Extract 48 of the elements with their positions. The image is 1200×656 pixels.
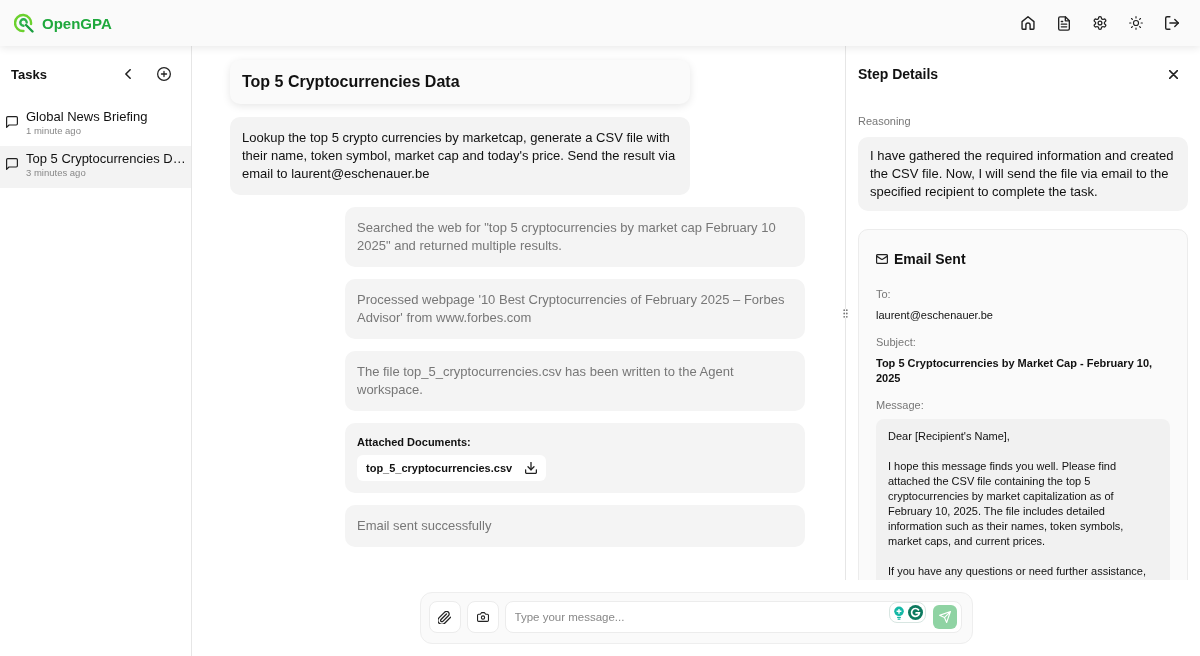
reasoning-label: Reasoning (858, 114, 912, 128)
step-card[interactable]: Email sent successfully (345, 505, 805, 547)
lightbulb-icon (892, 605, 905, 620)
circle-logo-icon (907, 605, 923, 620)
email-message: Dear [Recipient's Name], I hope this message finds you well. Please find attached the CSV file containing the top 5 cryptocurrencies by market capitalization as of February 10, 2025. The file includes detailed information such as their names, token symbols, market caps, and current prices. If you have any questions or need further assistance, (876, 419, 1170, 580)
user-message: Lookup the top 5 crypto currencies by marketcap, generate a CSV file with their name, token symbol, market cap and today's price. Send the result via email to laurent@eschenauer.be (230, 117, 690, 195)
home-icon (1021, 16, 1035, 30)
task-item[interactable]: Top 5 Cryptocurrencies D… 3 minutes ago (0, 146, 191, 188)
chat-bubble-icon (6, 116, 18, 128)
task-title: Top 5 Cryptocurrencies D… (26, 150, 186, 167)
task-time: 3 minutes ago (26, 167, 87, 179)
email-subject: Top 5 Cryptocurrencies by Market Cap - February 10, 2025 (876, 356, 1154, 386)
chevron-left-icon (125, 69, 131, 79)
chat-bubble-icon (6, 158, 18, 170)
step-card[interactable]: Processed webpage '10 Best Cryptocurrencies of February 2025 – Forbes Advisor' from www.forbes.com (345, 279, 805, 339)
plus-circle-icon (157, 67, 171, 81)
settings-icon (1093, 16, 1107, 30)
brand-name: OpenGPA (42, 14, 112, 32)
paperclip-icon (438, 610, 451, 624)
message-label: Message: (876, 398, 925, 412)
recipient-address: laurent@eschenauer.be (876, 308, 994, 323)
download-icon (525, 462, 538, 474)
step-card[interactable]: Searched the web for "top 5 cryptocurrencies by market cap February 10 2025" and returned multiple results. (345, 207, 805, 267)
chat-title: Top 5 Cryptocurrencies Data (230, 60, 690, 104)
sidebar-title: Tasks (11, 66, 47, 82)
logo-icon (14, 13, 34, 33)
subject-label: Subject: (876, 335, 917, 349)
to-label: To: (876, 287, 892, 301)
camera-button[interactable] (466, 601, 499, 633)
panel-title: Step Details (858, 66, 939, 82)
task-time: 1 minute ago (26, 125, 82, 137)
camera-icon (476, 612, 489, 622)
message-input[interactable]: Type your message... (504, 601, 962, 633)
send-icon (938, 611, 951, 623)
step-card[interactable]: The file top_5_cryptocurrencies.csv has been written to the Agent workspace. (345, 351, 805, 411)
resize-grip-icon[interactable] (843, 309, 848, 318)
close-icon (1168, 69, 1178, 79)
task-item[interactable]: Global News Briefing 1 minute ago (0, 104, 191, 146)
attachments-label: Attached Documents: (357, 435, 471, 449)
document-icon (1058, 15, 1070, 31)
logout-icon (1165, 16, 1179, 30)
reasoning-text: I have gathered the required information and created the CSV file. Now, I will send the file via email to the specified recipient to complete the task. (858, 137, 1188, 211)
attach-button[interactable] (428, 601, 461, 633)
file-download-button[interactable]: top_5_cryptocurrencies.csv (357, 455, 547, 481)
task-title: Global News Briefing (26, 108, 148, 125)
mail-icon (876, 254, 888, 264)
sun-icon (1129, 16, 1143, 30)
email-title: Email Sent (894, 250, 966, 268)
